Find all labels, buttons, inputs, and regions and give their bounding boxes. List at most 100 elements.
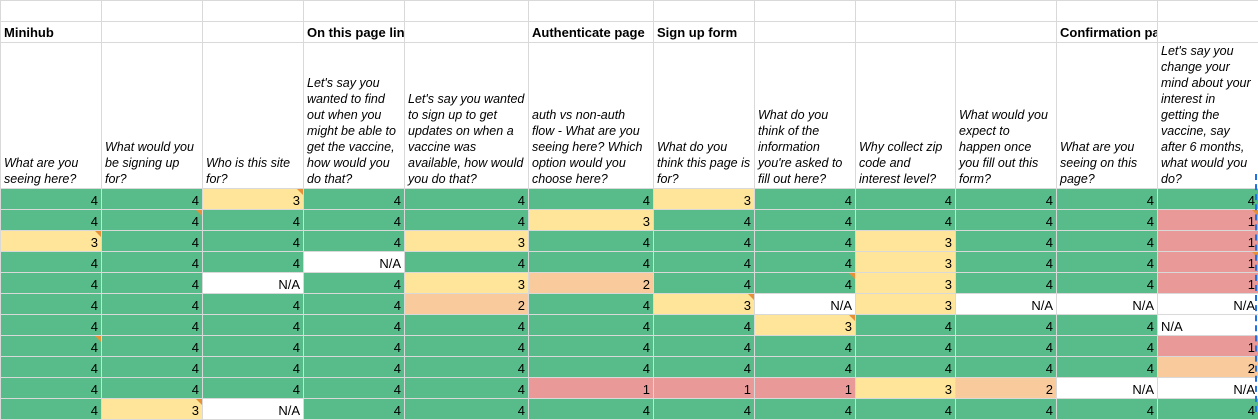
score-cell[interactable]: 4 bbox=[755, 357, 856, 378]
score-cell[interactable]: 4 bbox=[102, 252, 203, 273]
score-cell[interactable]: 4 bbox=[529, 399, 654, 420]
question-cell[interactable]: Let's say you change your mind about you… bbox=[1158, 43, 1258, 189]
section-header-cell[interactable]: Authenticate page bbox=[529, 22, 654, 43]
score-cell[interactable]: 4 bbox=[755, 273, 856, 294]
score-cell[interactable]: 4 bbox=[956, 273, 1057, 294]
score-cell[interactable]: 4 bbox=[304, 294, 405, 315]
score-cell[interactable]: 4 bbox=[102, 294, 203, 315]
score-cell[interactable]: 4 bbox=[755, 399, 856, 420]
score-cell[interactable]: 1 bbox=[529, 378, 654, 399]
question-cell[interactable]: Let's say you wanted to find out when yo… bbox=[304, 43, 405, 189]
score-cell[interactable]: 3 bbox=[654, 189, 755, 210]
score-cell[interactable]: 4 bbox=[203, 336, 304, 357]
score-cell[interactable]: 4 bbox=[405, 252, 529, 273]
score-cell[interactable]: 3 bbox=[529, 210, 654, 231]
question-cell[interactable]: What are you seeing on this page? bbox=[1057, 43, 1158, 189]
score-cell[interactable]: 1 bbox=[1158, 231, 1258, 252]
score-cell[interactable]: 3 bbox=[405, 273, 529, 294]
score-cell-na[interactable]: N/A bbox=[1158, 294, 1258, 315]
score-cell[interactable]: 4 bbox=[956, 336, 1057, 357]
score-cell[interactable]: 4 bbox=[405, 399, 529, 420]
score-cell[interactable]: 4 bbox=[304, 315, 405, 336]
score-cell[interactable]: 4 bbox=[304, 399, 405, 420]
question-cell[interactable]: Let's say you wanted to sign up to get u… bbox=[405, 43, 529, 189]
score-cell[interactable]: 4 bbox=[1, 252, 102, 273]
score-cell[interactable]: 4 bbox=[654, 273, 755, 294]
score-cell[interactable]: 4 bbox=[102, 210, 203, 231]
score-cell[interactable]: 4 bbox=[956, 210, 1057, 231]
section-header-cell[interactable] bbox=[203, 22, 304, 43]
score-cell[interactable]: 4 bbox=[1158, 189, 1258, 210]
score-cell[interactable]: 4 bbox=[304, 273, 405, 294]
score-cell[interactable]: 2 bbox=[956, 378, 1057, 399]
question-cell[interactable]: auth vs non-auth flow - What are you see… bbox=[529, 43, 654, 189]
score-cell[interactable]: 4 bbox=[304, 378, 405, 399]
score-cell[interactable]: 4 bbox=[102, 231, 203, 252]
section-header-cell[interactable]: Minihub bbox=[1, 22, 102, 43]
score-cell[interactable]: 4 bbox=[654, 357, 755, 378]
score-cell[interactable]: 4 bbox=[755, 336, 856, 357]
score-cell[interactable]: 4 bbox=[1057, 399, 1158, 420]
score-cell[interactable]: 4 bbox=[856, 315, 956, 336]
score-cell[interactable]: 1 bbox=[1158, 273, 1258, 294]
score-cell-na[interactable]: N/A bbox=[755, 294, 856, 315]
score-cell[interactable]: 4 bbox=[1057, 210, 1158, 231]
score-cell[interactable]: 4 bbox=[956, 189, 1057, 210]
score-cell[interactable]: 4 bbox=[529, 189, 654, 210]
score-cell[interactable]: 4 bbox=[1, 273, 102, 294]
score-cell[interactable]: 4 bbox=[1057, 336, 1158, 357]
score-cell[interactable]: 4 bbox=[405, 315, 529, 336]
score-cell[interactable]: 3 bbox=[1, 231, 102, 252]
score-cell[interactable]: 2 bbox=[405, 294, 529, 315]
score-cell[interactable]: 4 bbox=[203, 315, 304, 336]
score-cell[interactable]: 4 bbox=[304, 357, 405, 378]
section-header-cell[interactable] bbox=[856, 22, 956, 43]
score-cell[interactable]: 4 bbox=[755, 252, 856, 273]
score-cell[interactable]: 4 bbox=[405, 336, 529, 357]
score-cell[interactable]: 3 bbox=[654, 294, 755, 315]
score-cell[interactable]: 1 bbox=[654, 378, 755, 399]
score-cell[interactable]: 4 bbox=[755, 210, 856, 231]
score-cell[interactable]: 4 bbox=[203, 252, 304, 273]
score-cell[interactable]: 4 bbox=[1, 399, 102, 420]
score-cell[interactable]: 4 bbox=[856, 210, 956, 231]
section-header-cell[interactable] bbox=[1158, 22, 1258, 43]
score-cell[interactable]: 4 bbox=[102, 336, 203, 357]
score-cell[interactable]: 3 bbox=[856, 252, 956, 273]
score-cell[interactable]: 2 bbox=[529, 273, 654, 294]
score-cell[interactable]: 4 bbox=[755, 189, 856, 210]
score-cell[interactable]: 1 bbox=[1158, 210, 1258, 231]
score-cell[interactable]: 4 bbox=[529, 315, 654, 336]
empty-cell[interactable] bbox=[1057, 1, 1158, 22]
question-cell[interactable]: What do you think of the information you… bbox=[755, 43, 856, 189]
score-cell[interactable]: 4 bbox=[203, 294, 304, 315]
empty-cell[interactable] bbox=[529, 1, 654, 22]
score-cell[interactable]: 4 bbox=[856, 336, 956, 357]
score-cell-na[interactable]: N/A bbox=[956, 294, 1057, 315]
score-cell[interactable]: 4 bbox=[529, 294, 654, 315]
empty-cell[interactable] bbox=[1, 1, 102, 22]
question-cell[interactable]: What are you seeing here? bbox=[1, 43, 102, 189]
score-cell[interactable]: 4 bbox=[654, 252, 755, 273]
score-cell[interactable]: 4 bbox=[529, 252, 654, 273]
score-cell[interactable]: 3 bbox=[755, 315, 856, 336]
empty-cell[interactable] bbox=[203, 1, 304, 22]
score-cell[interactable]: 4 bbox=[529, 231, 654, 252]
score-cell[interactable]: 4 bbox=[102, 378, 203, 399]
score-cell[interactable]: 4 bbox=[304, 189, 405, 210]
score-cell[interactable]: 4 bbox=[1057, 357, 1158, 378]
score-cell[interactable]: 4 bbox=[956, 357, 1057, 378]
question-cell[interactable]: Who is this site for? bbox=[203, 43, 304, 189]
empty-cell[interactable] bbox=[102, 1, 203, 22]
score-cell-na[interactable]: N/A bbox=[203, 399, 304, 420]
score-cell[interactable]: 1 bbox=[1158, 336, 1258, 357]
empty-cell[interactable] bbox=[304, 1, 405, 22]
score-cell[interactable]: 4 bbox=[1, 378, 102, 399]
score-cell[interactable]: 4 bbox=[1057, 189, 1158, 210]
question-cell[interactable]: What would you be signing up for? bbox=[102, 43, 203, 189]
score-cell[interactable]: 4 bbox=[1, 210, 102, 231]
empty-cell[interactable] bbox=[405, 1, 529, 22]
score-cell[interactable]: 4 bbox=[203, 357, 304, 378]
score-cell[interactable]: 3 bbox=[856, 273, 956, 294]
score-cell[interactable]: 4 bbox=[1, 315, 102, 336]
